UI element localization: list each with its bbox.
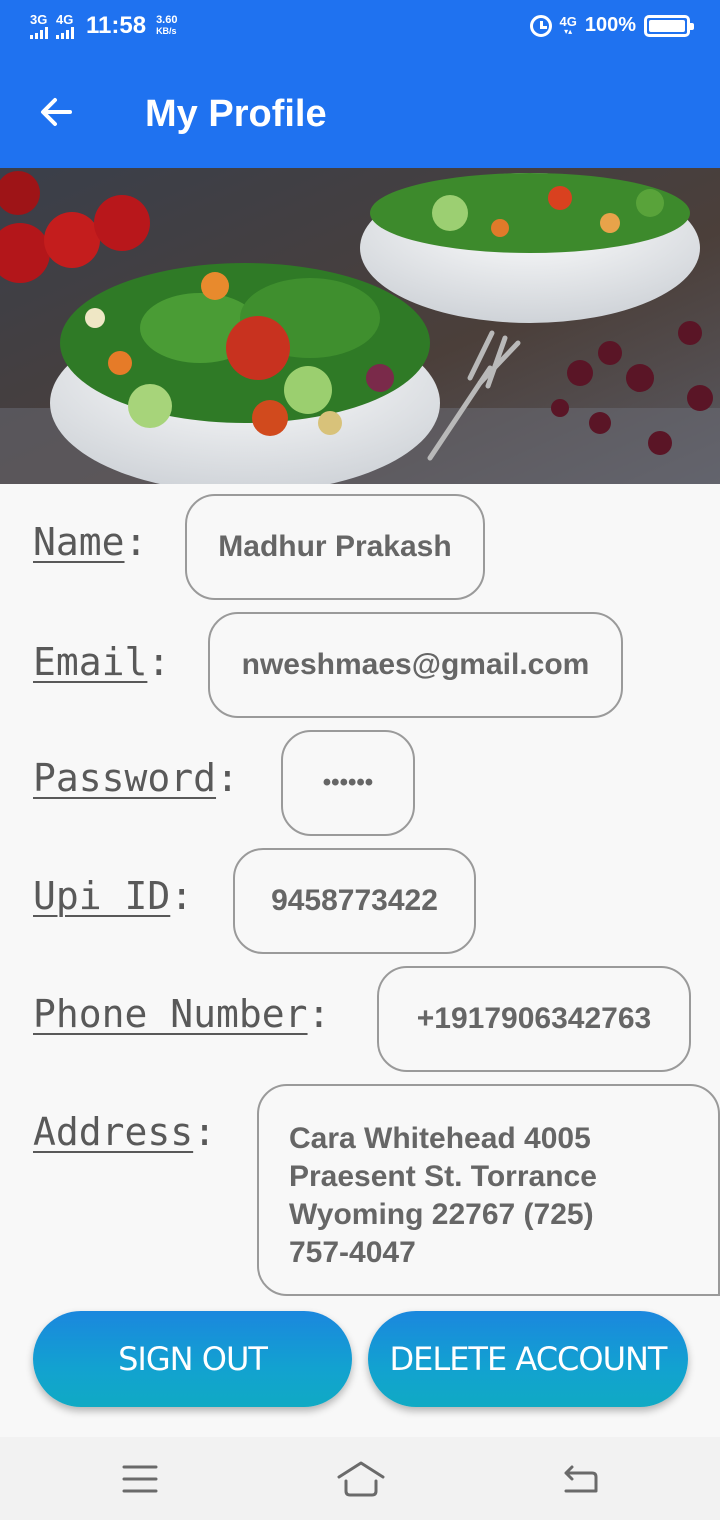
page-title: My Profile <box>145 93 327 135</box>
address-label: Address: <box>33 1110 216 1154</box>
upi-label-text: Upi ID <box>33 874 171 918</box>
signal-3g-label: 3G <box>30 12 48 27</box>
address-colon: : <box>193 1110 217 1154</box>
signal-4g-icon: 4G <box>56 13 74 39</box>
upi-value: 9458773422 <box>271 884 438 917</box>
email-colon: : <box>147 640 171 684</box>
email-label: Email: <box>33 640 170 684</box>
system-nav-bar <box>0 1437 720 1520</box>
upi-field[interactable]: 9458773422 <box>233 848 476 954</box>
back-arrow-icon[interactable] <box>36 92 76 132</box>
network-icon: 4G ▾▴ <box>559 14 577 36</box>
clock: 11:58 <box>86 12 147 39</box>
name-field[interactable]: Madhur Prakash <box>185 494 485 600</box>
signal-3g-icon: 3G <box>30 13 48 39</box>
name-colon: : <box>124 520 148 564</box>
app-bar: My Profile <box>0 58 720 168</box>
name-value: Madhur Prakash <box>218 530 452 563</box>
upi-label: Upi ID: <box>33 874 193 918</box>
network-speed: 3.60 KB/s <box>156 15 177 37</box>
phone-field[interactable]: +1917906342763 <box>377 966 691 1072</box>
sign-out-button[interactable]: SIGN OUT <box>33 1311 352 1407</box>
battery-icon <box>644 14 694 37</box>
delete-account-label: DELETE ACCOUNT <box>389 1340 668 1378</box>
status-right: 4G ▾▴ 100% <box>529 14 694 37</box>
status-left: 3G 4G 11:58 3.60 KB/s <box>30 12 177 40</box>
password-label-text: Password <box>33 756 217 800</box>
phone-colon: : <box>307 992 331 1036</box>
email-value: nweshmaes@gmail.com <box>241 648 590 681</box>
speed-unit: KB/s <box>156 26 177 36</box>
password-colon: : <box>216 756 239 800</box>
status-bar: 3G 4G 11:58 3.60 KB/s 4G ▾▴ 100% <box>0 0 720 58</box>
upi-colon: : <box>170 874 194 918</box>
address-label-text: Address <box>33 1110 194 1154</box>
delete-account-button[interactable]: DELETE ACCOUNT <box>368 1311 688 1407</box>
alarm-icon <box>529 14 552 37</box>
address-field[interactable]: Cara Whitehead 4005 Praesent St. Torranc… <box>257 1084 720 1296</box>
phone-label-text: Phone Number <box>33 992 308 1036</box>
signal-4g-label: 4G <box>56 12 74 27</box>
phone-label: Phone Number: <box>33 992 330 1036</box>
password-field[interactable]: •••••• <box>281 730 415 836</box>
password-value: •••••• <box>322 769 374 796</box>
banner-image <box>0 168 720 484</box>
phone-value: +1917906342763 <box>416 1002 652 1035</box>
home-icon[interactable] <box>336 1457 386 1501</box>
sign-out-label: SIGN OUT <box>118 1340 268 1378</box>
battery-percent: 100% <box>584 14 636 36</box>
back-icon[interactable] <box>558 1457 602 1501</box>
address-value: Cara Whitehead 4005 Praesent St. Torranc… <box>289 1122 597 1269</box>
email-label-text: Email <box>33 640 148 684</box>
email-field[interactable]: nweshmaes@gmail.com <box>208 612 623 718</box>
menu-icon[interactable] <box>118 1457 162 1501</box>
name-label-text: Name <box>33 520 125 564</box>
name-label: Name: <box>33 520 147 564</box>
speed-value: 3.60 <box>156 14 178 26</box>
password-label: Password: <box>33 756 239 800</box>
